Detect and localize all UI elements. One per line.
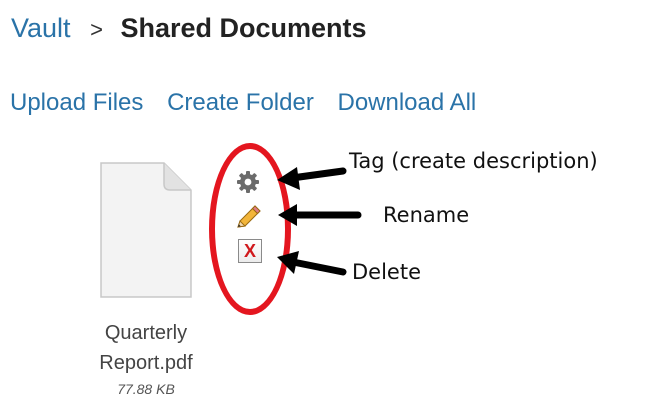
arrow-rename xyxy=(278,204,362,226)
annotation-arrows xyxy=(277,167,362,276)
arrow-delete xyxy=(277,251,347,276)
callout-rename-label: Rename xyxy=(383,203,470,227)
arrow-tag xyxy=(277,167,347,190)
callout-tag-label: Tag (create description) xyxy=(349,149,598,173)
callout-delete-label: Delete xyxy=(352,260,421,284)
